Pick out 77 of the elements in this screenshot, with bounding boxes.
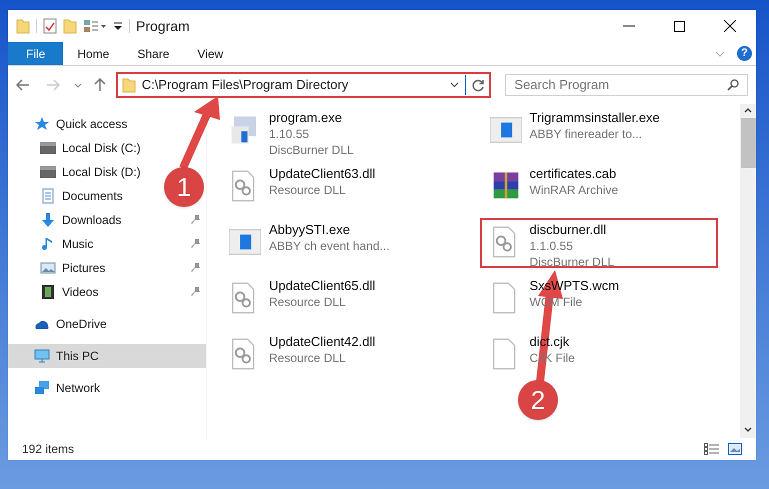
pin-icon[interactable] [191, 239, 200, 249]
dropdown-icon[interactable] [450, 82, 460, 88]
file-name: AbbyySTI.exe [269, 222, 351, 238]
nav-item[interactable]: Downloads [8, 208, 206, 232]
file-detail: ABBY finereader to... [530, 126, 644, 142]
file-tile[interactable]: UpdateClient42.dll Resource DLL [219, 330, 457, 380]
file-detail: Resource DLL [269, 294, 347, 310]
doc-icon [40, 188, 56, 204]
file-detail: Resource DLL [269, 350, 347, 366]
details-view-icon[interactable] [704, 443, 720, 455]
file-name: certificates.cab [530, 166, 618, 182]
nav-item[interactable]: Documents [8, 184, 158, 208]
file-tile[interactable]: discburner.dll 1.1.0.55 DiscBurner DLL [480, 218, 718, 268]
file-detail: 1.1.0.55 [530, 238, 574, 254]
pc-icon [34, 348, 50, 364]
expand-ribbon-icon[interactable] [715, 50, 725, 56]
help-button[interactable]: ? [737, 46, 752, 61]
pin-icon[interactable] [191, 287, 200, 297]
picture-icon [40, 260, 56, 276]
scrollbar[interactable] [740, 104, 756, 438]
file-tile[interactable]: UpdateClient65.dll Resource DLL [219, 274, 457, 324]
video-icon [40, 284, 56, 300]
nav-item[interactable]: Videos [8, 280, 206, 304]
close-icon[interactable] [724, 20, 736, 32]
recent-locations-icon[interactable] [74, 82, 82, 88]
folder-icon [122, 77, 136, 93]
nav-item[interactable]: Pictures [8, 256, 206, 280]
nav-item[interactable]: Network [8, 376, 158, 400]
file-name: UpdateClient65.dll [269, 278, 376, 294]
maximize-icon[interactable] [674, 20, 685, 32]
file-tile[interactable]: AbbyySTI.exe ABBY ch event hand... [219, 218, 457, 268]
refresh-icon[interactable] [472, 78, 486, 92]
search-icon [727, 79, 739, 91]
download-icon [40, 212, 56, 228]
file-tile[interactable]: Trigrammsinstaller.exe ABBY finereader to... [480, 106, 718, 156]
file-tile[interactable]: program.exe 1.10.55 DiscBurner DLL [219, 106, 457, 156]
ribbon-tab[interactable]: Home [63, 42, 124, 65]
large-icons-view-icon[interactable] [728, 443, 742, 455]
search-field[interactable]: Search Program [505, 74, 748, 96]
scroll-up-icon[interactable] [744, 108, 752, 113]
star-icon [34, 116, 50, 132]
file-name: program.exe [269, 110, 343, 126]
file-detail: DiscBurner DLL [269, 142, 354, 158]
file-detail: ABBY ch event hand... [269, 238, 390, 254]
up-arrow-icon[interactable] [94, 78, 106, 92]
window-title: Program [136, 16, 190, 36]
file-tile[interactable]: UpdateClient63.dll Resource DLL [219, 162, 457, 212]
view-options-icon[interactable] [83, 19, 107, 33]
nav-item[interactable]: OneDrive [8, 312, 158, 336]
ribbon-tab[interactable]: File [8, 42, 64, 65]
ribbon-tab[interactable]: Share [123, 42, 184, 65]
nav-item[interactable]: Quick access [8, 112, 158, 136]
pin-icon[interactable] [191, 215, 200, 225]
network-icon [34, 380, 50, 396]
file-detail: DiscBurner DLL [530, 254, 614, 270]
ribbon-tab[interactable]: View [183, 42, 238, 65]
file-name: UpdateClient63.dll [269, 166, 376, 182]
file-detail: 1.10.55 [269, 126, 310, 142]
scroll-down-icon[interactable] [744, 427, 752, 432]
file-tile[interactable]: certificates.cab WinRAR Archive [480, 162, 718, 212]
nav-item[interactable]: Local Disk (D:) [8, 160, 158, 184]
nav-item[interactable]: This PC [8, 344, 206, 368]
item-count: 192 items [22, 441, 74, 458]
file-name: discburner.dll [530, 222, 608, 238]
dropdown-icon[interactable] [113, 21, 123, 31]
pin-icon[interactable] [191, 263, 200, 273]
search-input[interactable]: Search Program [514, 75, 727, 95]
file-name: Trigrammsinstaller.exe [530, 110, 660, 126]
file-detail: Resource DLL [269, 182, 347, 198]
scrollbar-thumb[interactable] [740, 118, 756, 168]
file-name: UpdateClient42.dll [269, 334, 376, 350]
address-field[interactable]: C:\Program Files\Program Directory [116, 72, 492, 98]
properties-icon[interactable] [43, 18, 57, 34]
file-detail: WinRAR Archive [530, 182, 618, 198]
nav-item[interactable]: Music [8, 232, 206, 256]
nav-item[interactable]: Local Disk (C:) [8, 136, 158, 160]
back-arrow-icon[interactable] [16, 79, 30, 91]
